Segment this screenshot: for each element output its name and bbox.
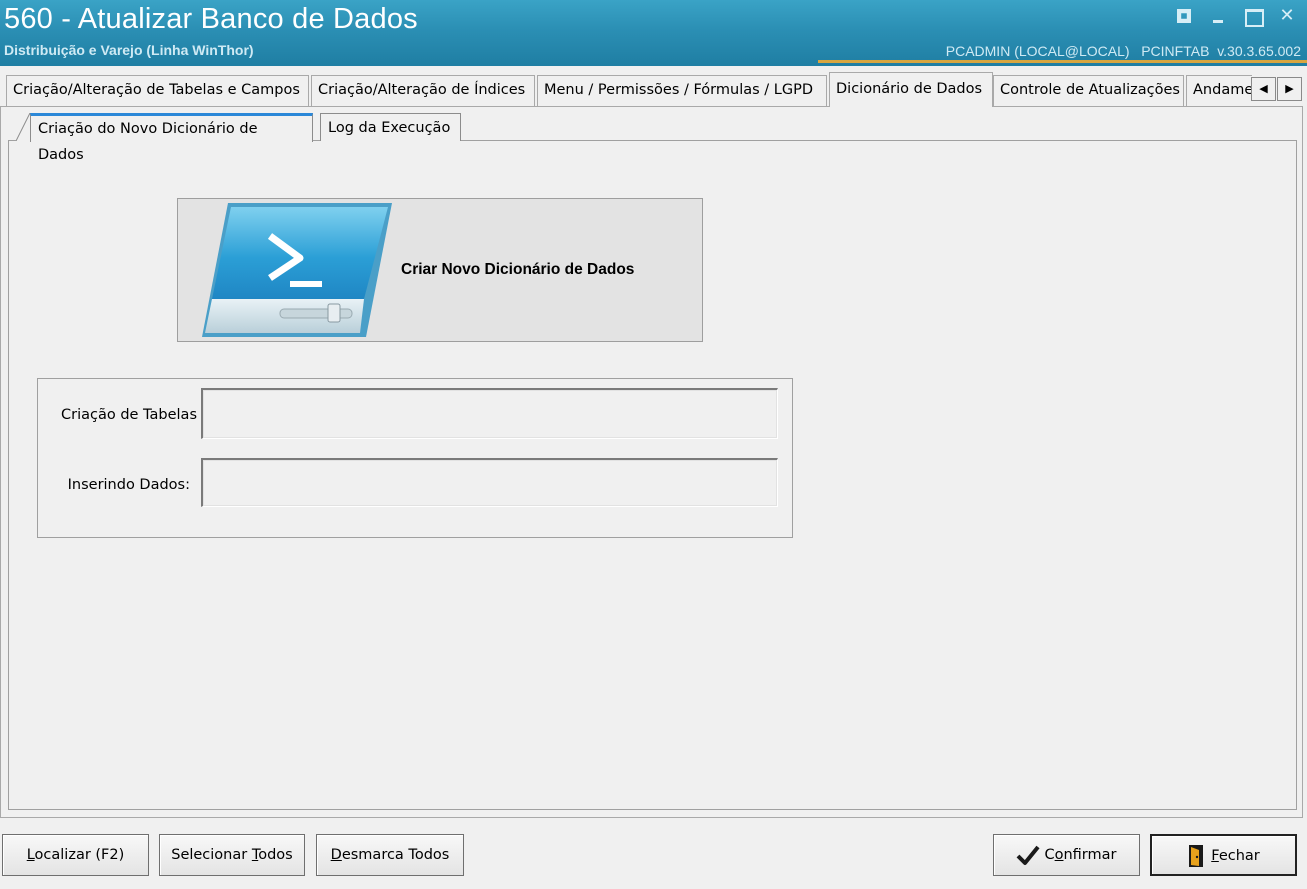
select-all-label-post: odos: [258, 847, 293, 863]
select-all-button[interactable]: Selecionar Todos: [159, 834, 305, 876]
confirm-button[interactable]: Confirmar: [993, 834, 1140, 876]
tab-andamento[interactable]: Andame: [1186, 75, 1252, 106]
window-title: 560 - Atualizar Banco de Dados: [4, 3, 418, 35]
exit-door-icon: [1189, 845, 1204, 867]
tab-indices[interactable]: Criação/Alteração de Índices: [311, 75, 535, 106]
subtab-slant: [16, 113, 30, 141]
confirm-label-post: nfirmar: [1063, 847, 1117, 863]
close-label-accel: F: [1211, 848, 1219, 864]
tab-dicionario-dados[interactable]: Dicionário de Dados: [829, 72, 993, 107]
main-tabs: Criação/Alteração de Tabelas e Campos Cr…: [0, 72, 1307, 107]
user-info: PCADMIN (LOCAL@LOCAL) PCINFTAB v.30.3.65…: [945, 43, 1301, 59]
unselect-all-button[interactable]: Desmarca Todos: [316, 834, 464, 876]
select-all-label-pre: Selecionar: [171, 847, 252, 863]
close-label-post: echar: [1218, 848, 1260, 864]
close-icon[interactable]: ✕: [1277, 6, 1297, 26]
unselect-all-label-post: esmarca Todos: [341, 847, 450, 863]
locate-label-accel: L: [26, 847, 35, 863]
tab-controle-atualizacoes[interactable]: Controle de Atualizações: [993, 75, 1184, 106]
create-dictionary-label: Criar Novo Dicionário de Dados: [401, 261, 635, 278]
locate-button[interactable]: Localizar (F2): [2, 834, 149, 876]
tables-progress-label: Criação de Tabelas: [60, 407, 197, 423]
tab-scroll-left-icon[interactable]: ◀: [1251, 77, 1276, 101]
confirm-label-pre: C: [1044, 847, 1055, 863]
checkmark-icon: [1017, 845, 1041, 865]
tab-tabelas-campos[interactable]: Criação/Alteração de Tabelas e Campos: [6, 75, 309, 106]
tab-menu-permissoes[interactable]: Menu / Permissões / Fórmulas / LGPD: [537, 75, 827, 106]
tables-progress-bar: [201, 388, 778, 439]
locate-label-post: ocalizar (F2): [34, 847, 125, 863]
subtab-log-execucao[interactable]: Log da Execução: [320, 113, 461, 141]
create-dictionary-button[interactable]: Criar Novo Dicionário de Dados: [177, 198, 703, 342]
maximize-icon[interactable]: [1243, 6, 1264, 27]
user-info-underline: [818, 60, 1307, 63]
close-button[interactable]: Fechar: [1150, 834, 1297, 876]
minimize-icon[interactable]: [1209, 6, 1229, 26]
subtab-novo-dicionario[interactable]: Criação do Novo Dicionário de Dados: [30, 113, 313, 163]
insert-progress-bar: [201, 458, 778, 507]
tab-scroll-right-icon[interactable]: ▶: [1277, 77, 1302, 101]
unselect-all-label-accel: D: [330, 847, 342, 863]
powershell-icon: [202, 203, 392, 337]
title-bar: 560 - Atualizar Banco de Dados Distribui…: [0, 0, 1307, 66]
window-controls: ✕: [1175, 6, 1297, 27]
window-subtitle: Distribuição e Varejo (Linha WinThor): [4, 42, 254, 58]
restore-icon[interactable]: [1175, 6, 1195, 26]
insert-progress-label: Inserindo Dados:: [67, 477, 190, 493]
